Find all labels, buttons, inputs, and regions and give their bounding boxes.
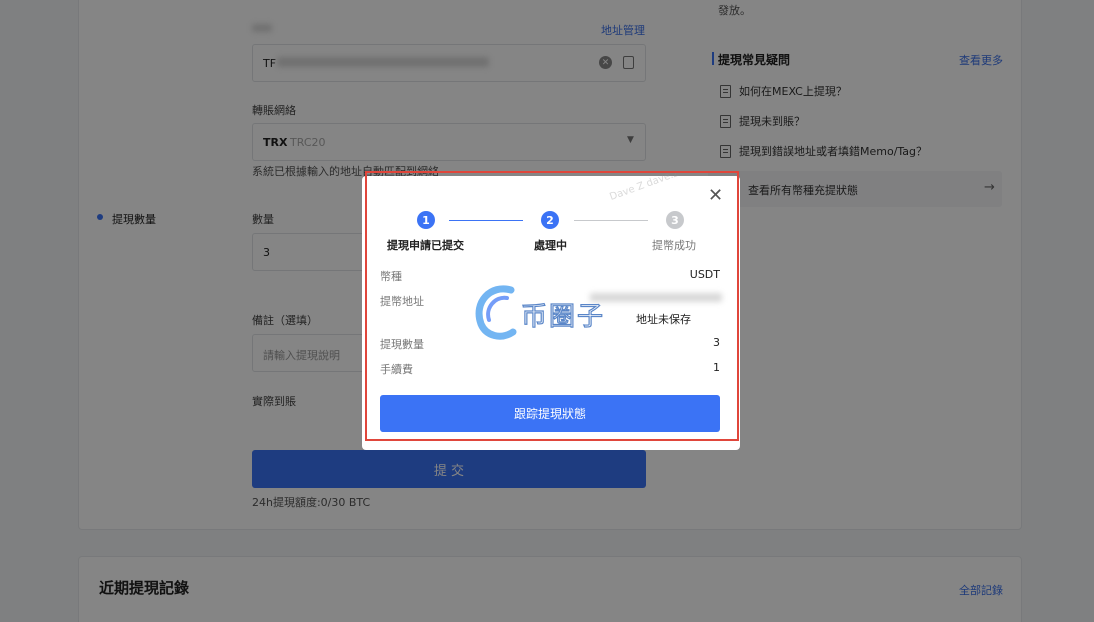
step-2-label: 處理中	[534, 239, 567, 252]
coin-key: 幣種	[380, 270, 402, 283]
step-connector	[574, 220, 648, 221]
fee-key: 手續費	[380, 363, 413, 376]
step-1-label: 提現申請已提交	[387, 239, 464, 252]
step-1-circle: 1	[417, 211, 435, 229]
watermark-c-icon	[475, 285, 517, 340]
coin-value: USDT	[689, 268, 720, 281]
step-3-circle: 3	[666, 211, 684, 229]
track-status-button[interactable]: 跟踪提現狀態	[380, 395, 720, 432]
amount-value: 3	[713, 336, 720, 349]
address-key: 提幣地址	[380, 295, 424, 308]
step-2-circle: 2	[541, 211, 559, 229]
close-icon[interactable]: ✕	[708, 187, 723, 205]
step-connector	[449, 220, 523, 221]
step-3-label: 提幣成功	[652, 239, 696, 252]
amount-key: 提現數量	[380, 338, 424, 351]
watermark-logo-text: 币圈子	[520, 301, 606, 332]
fee-value: 1	[713, 361, 720, 374]
watermark-logo: 币圈子	[471, 282, 661, 340]
